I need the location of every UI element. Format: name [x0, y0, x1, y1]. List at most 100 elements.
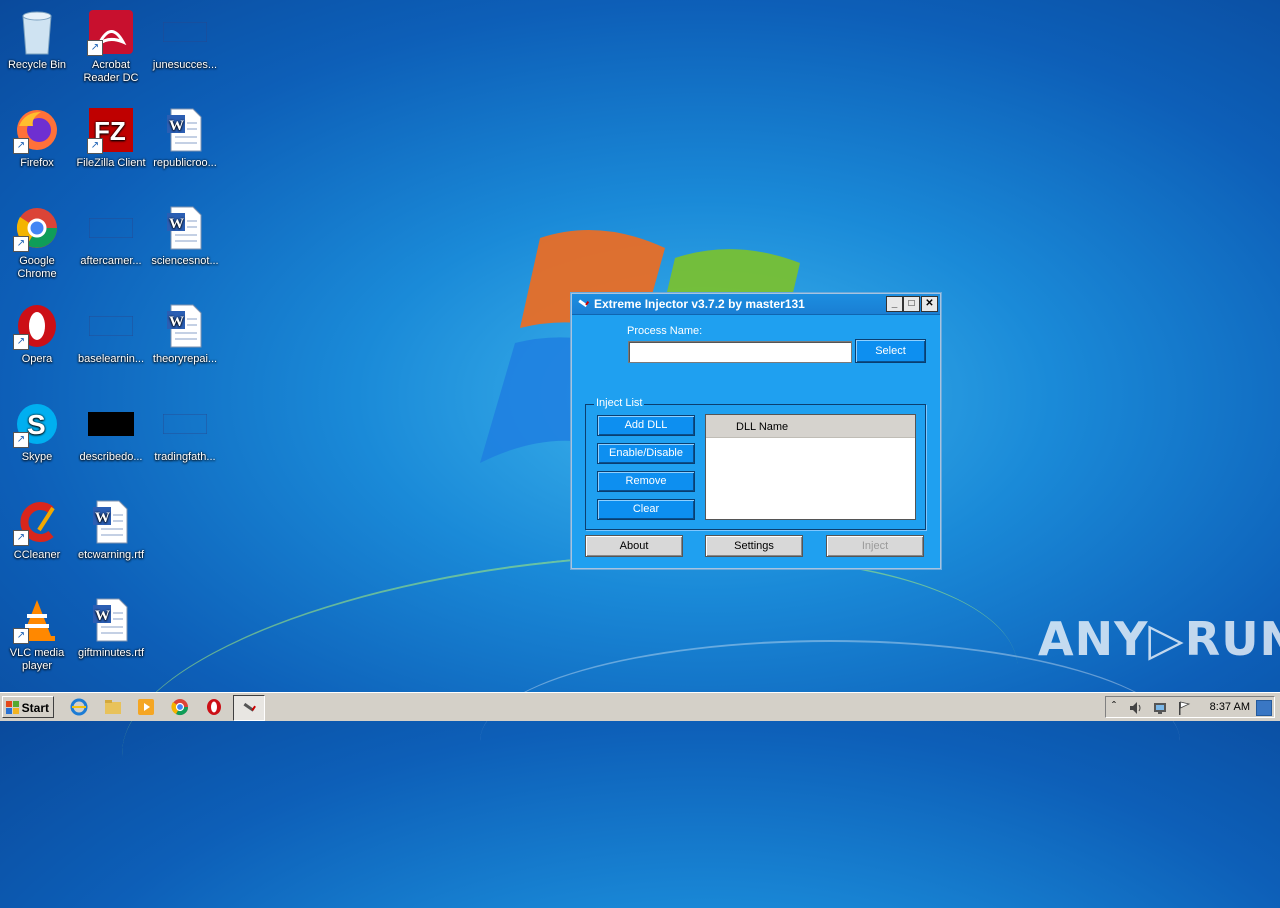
desktop-icon-label: etcwarning.rtf	[77, 549, 145, 561]
vlc-icon: ↗	[13, 596, 61, 644]
desktop-icon[interactable]: ↗ Opera	[0, 302, 74, 366]
desktop-icon[interactable]: S ↗ Skype	[0, 400, 74, 464]
desktop-icon[interactable]: Wtheoryrepai...	[148, 302, 222, 366]
filezilla-icon: FZ ↗	[87, 106, 135, 154]
shortcut-arrow-icon: ↗	[13, 628, 29, 644]
remove-button[interactable]: Remove	[597, 471, 695, 492]
svg-text:W: W	[169, 216, 184, 232]
dll-listbox[interactable]: DLL Name	[705, 414, 916, 520]
anyrun-watermark: ANY▷RUN	[1038, 612, 1280, 666]
desktop-icon[interactable]: junesucces...	[148, 8, 222, 72]
window-title: Extreme Injector v3.7.2 by master131	[594, 297, 805, 311]
word-doc-icon: W	[161, 106, 209, 154]
desktop-icon[interactable]: ↗ Firefox	[0, 106, 74, 170]
add-dll-button[interactable]: Add DLL	[597, 415, 695, 436]
system-tray: ˆ 8:37 AM	[1105, 696, 1275, 718]
desktop-icon-label: Recycle Bin	[7, 59, 67, 71]
desktop-icon-label: CCleaner	[13, 549, 61, 561]
desktop-icon[interactable]: Wrepublicroo...	[148, 106, 222, 170]
black-file-icon	[87, 400, 135, 448]
desktop-icon[interactable]: ↗ CCleaner	[0, 498, 74, 562]
blank-file-icon	[87, 204, 135, 252]
minimize-button[interactable]: _	[886, 296, 903, 312]
shortcut-arrow-icon: ↗	[87, 40, 103, 56]
desktop-icon[interactable]: describedo...	[74, 400, 148, 464]
action-center-flag-icon[interactable]	[1176, 700, 1192, 716]
desktop-icon[interactable]: ↗ VLC media player	[0, 596, 74, 673]
inject-list-legend: Inject List	[594, 397, 645, 409]
recycle-bin-icon	[13, 8, 61, 56]
network-icon[interactable]	[1152, 700, 1168, 716]
desktop-icon-label: describedo...	[79, 451, 143, 463]
shortcut-arrow-icon: ↗	[87, 138, 103, 154]
desktop-icon-label: Acrobat Reader DC	[83, 59, 139, 84]
process-name-input[interactable]	[628, 341, 852, 363]
desktop-icon-label: republicroo...	[153, 157, 217, 169]
settings-button[interactable]: Settings	[705, 535, 803, 557]
ccleaner-icon: ↗	[13, 498, 61, 546]
desktop-icon[interactable]: Recycle Bin	[0, 8, 74, 72]
chrome-taskbar-icon[interactable]	[171, 698, 189, 716]
syringe-icon	[243, 702, 256, 712]
clock[interactable]: 8:37 AM	[1210, 701, 1250, 713]
desktop-icon-label: Skype	[21, 451, 53, 463]
shortcut-arrow-icon: ↗	[13, 432, 29, 448]
desktop-icon[interactable]: baselearnin...	[74, 302, 148, 366]
desktop-icon-label: Firefox	[20, 157, 54, 169]
desktop-icon-label: baselearnin...	[77, 353, 145, 365]
extreme-injector-window: Extreme Injector v3.7.2 by master131 _ □…	[571, 293, 941, 569]
desktop-icon-label: junesucces...	[152, 59, 218, 71]
enable-disable-button[interactable]: Enable/Disable	[597, 443, 695, 464]
desktop-icon[interactable]: ↗ Acrobat Reader DC	[74, 8, 148, 85]
show-desktop-button[interactable]	[1256, 700, 1272, 716]
desktop-icon-label: aftercamer...	[80, 255, 142, 267]
desktop-icon[interactable]: Wetcwarning.rtf	[74, 498, 148, 562]
desktop-icon-label: tradingfath...	[154, 451, 216, 463]
blank-file-icon	[161, 8, 209, 56]
inject-list-group: Inject List Add DLL Enable/Disable Remov…	[585, 397, 926, 530]
svg-text:W: W	[95, 608, 110, 624]
wallpaper-swoosh	[480, 640, 1180, 842]
acrobat-icon: ↗	[87, 8, 135, 56]
word-doc-icon: W	[87, 498, 135, 546]
show-hidden-icons-arrow[interactable]: ˆ	[1112, 699, 1116, 713]
word-doc-icon: W	[87, 596, 135, 644]
select-button[interactable]: Select	[855, 339, 926, 363]
shortcut-arrow-icon: ↗	[13, 530, 29, 546]
internet-explorer-icon[interactable]	[70, 698, 88, 716]
opera-icon: ↗	[13, 302, 61, 350]
windows-flag-icon	[6, 701, 19, 714]
desktop-icon[interactable]: aftercamer...	[74, 204, 148, 268]
media-player-icon[interactable]	[137, 698, 155, 716]
desktop-icon-label: Opera	[21, 353, 53, 365]
opera-taskbar-icon[interactable]	[205, 698, 223, 716]
desktop-icon-label: giftminutes.rtf	[77, 647, 145, 659]
window-titlebar[interactable]: Extreme Injector v3.7.2 by master131 _ □…	[572, 294, 940, 315]
desktop-icon-label: FileZilla Client	[76, 157, 146, 169]
desktop-icon[interactable]: Wgiftminutes.rtf	[74, 596, 148, 660]
shortcut-arrow-icon: ↗	[13, 138, 29, 154]
speaker-icon[interactable]	[1128, 700, 1144, 716]
desktop-icon[interactable]: FZ ↗ FileZilla Client	[74, 106, 148, 170]
desktop-icon[interactable]: Wsciencesnot...	[148, 204, 222, 268]
word-doc-icon: W	[161, 204, 209, 252]
desktop-icon-label: Google Chrome	[17, 255, 57, 280]
word-doc-icon: W	[161, 302, 209, 350]
inject-button: Inject	[826, 535, 924, 557]
about-button[interactable]: About	[585, 535, 683, 557]
desktop-icon[interactable]: tradingfath...	[148, 400, 222, 464]
extreme-injector-taskbar-button[interactable]	[233, 695, 265, 721]
close-button[interactable]: ✕	[921, 296, 938, 312]
desktop-icon[interactable]: ↗ Google Chrome	[0, 204, 74, 281]
skype-icon: S ↗	[13, 400, 61, 448]
maximize-button[interactable]: □	[903, 296, 920, 312]
dll-name-column-header[interactable]: DLL Name	[706, 415, 915, 438]
start-button[interactable]: Start	[2, 696, 54, 718]
file-explorer-icon[interactable]	[104, 698, 122, 716]
svg-text:S: S	[27, 409, 46, 440]
svg-text:W: W	[169, 314, 184, 330]
syringe-icon	[578, 299, 590, 308]
blank-file-icon	[161, 400, 209, 448]
clear-button[interactable]: Clear	[597, 499, 695, 520]
desktop-icon-label: VLC media player	[9, 647, 65, 672]
